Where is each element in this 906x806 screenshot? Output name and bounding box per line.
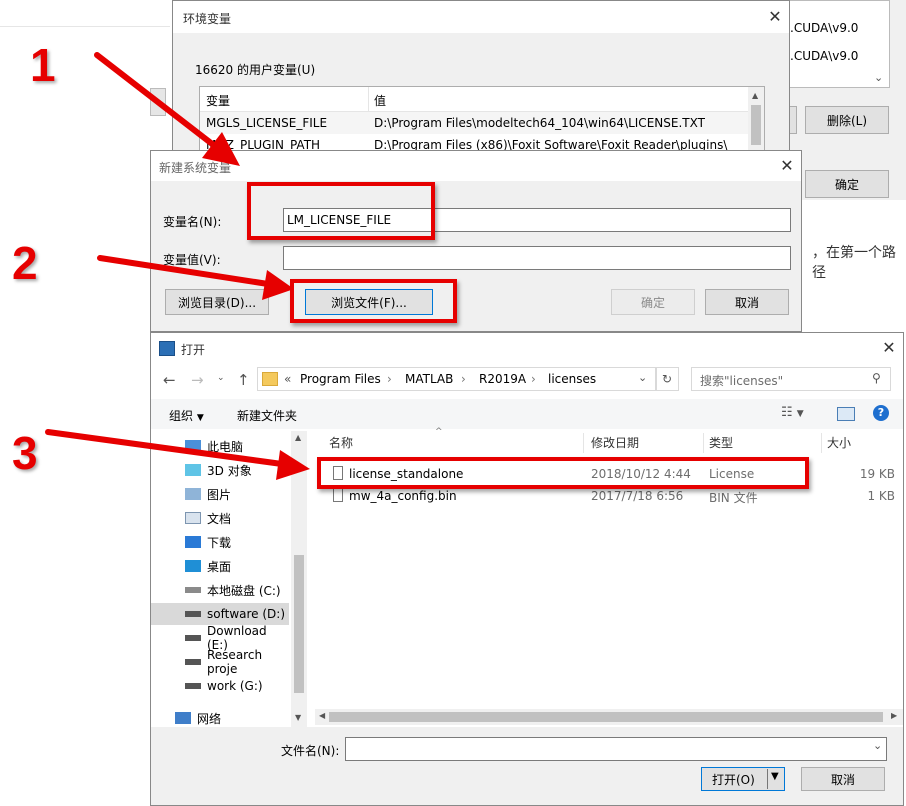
arrow-2-head [262, 270, 294, 300]
arrow-3-line [45, 429, 285, 467]
arrow-1-line [94, 52, 223, 153]
arrow-3-head [276, 450, 310, 480]
arrow-2-line [97, 255, 271, 287]
annotation-arrows [45, 52, 310, 480]
